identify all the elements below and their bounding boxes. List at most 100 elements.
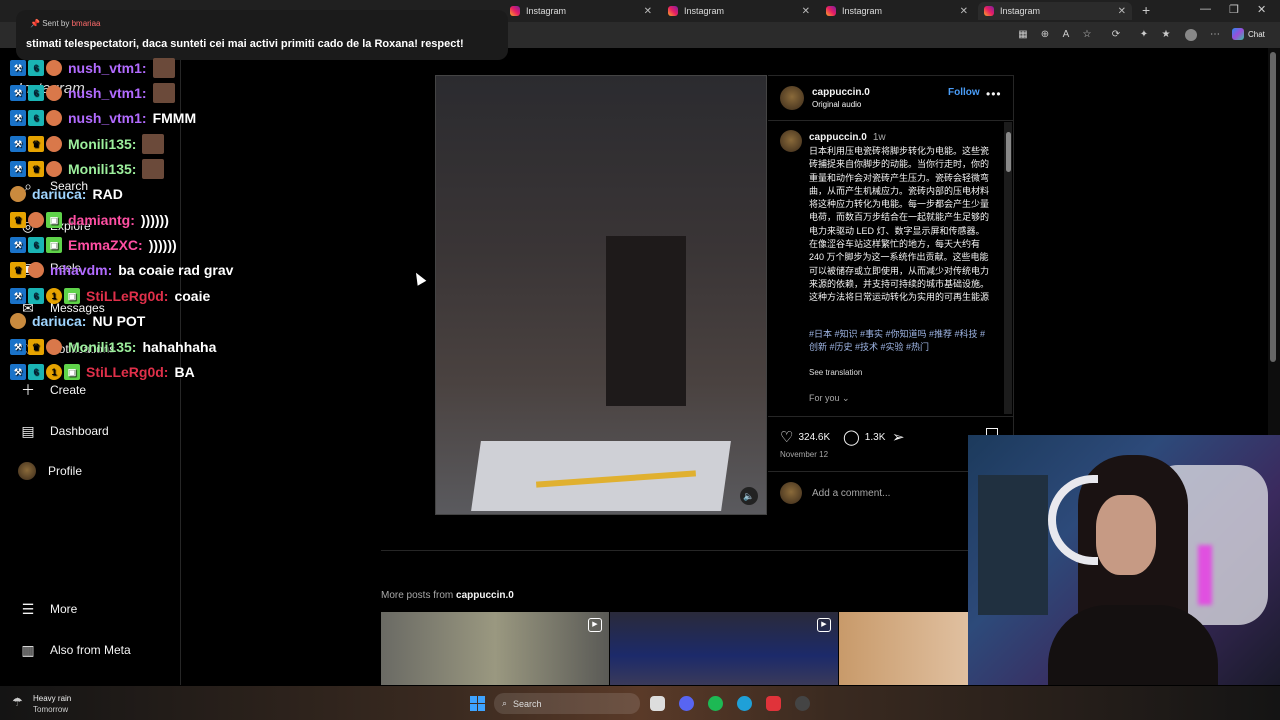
weather-title[interactable]: Heavy rain [33,694,71,703]
chat-username[interactable]: nush_vtm1: [68,60,147,76]
caption-hashtags[interactable]: #日本 #知识 #事实 #你知道吗 #推荐 #科技 #创新 #历史 #技术 #实… [809,328,991,355]
chat-message: ⚒ 6 1 ▣ StiLLeRg0d: BA [10,362,195,382]
nav-label: Also from Meta [50,643,131,657]
emote-icon [152,83,175,103]
volume-icon[interactable]: 🔈 [740,487,758,505]
page-scroll-thumb[interactable] [1270,52,1276,362]
chat-username[interactable]: Monili135: [68,136,136,152]
chat-username[interactable]: damiantg: [68,212,135,228]
follow-button[interactable]: Follow [948,87,980,98]
chat-message: dariuca: NU POT [10,311,145,331]
nav-create[interactable]: ＋ Create [18,380,86,400]
chat-username[interactable]: nush_vtm1: [68,110,147,126]
more-options-icon[interactable]: ••• [986,87,1002,101]
divider [381,550,968,551]
moderator-badge-icon: ⚒ [10,161,26,177]
coin-badge-icon: 1 [46,364,62,380]
close-icon[interactable]: ✕ [644,6,652,17]
chat-username[interactable]: Monili135: [68,339,136,355]
profile-icon[interactable] [1185,29,1197,41]
moderator-badge-icon: ⚒ [10,110,26,126]
webcam-light [1198,545,1212,605]
windows-start-icon[interactable] [470,696,485,711]
see-translation-link[interactable]: See translation [809,368,862,377]
post-thumbnail[interactable]: ▶ [610,612,838,685]
add-comment-input[interactable]: Add a comment... [812,488,890,499]
emote-badge-icon [46,85,62,101]
read-aloud-icon[interactable]: A [1060,29,1072,41]
chat-message: ⚒ 6 nush_vtm1: FMMM [10,108,196,128]
chevron-down-icon: ⌄ [842,393,850,403]
caption-username[interactable]: cappuccin.0 [809,132,867,143]
more-icon[interactable]: ⋯ [1209,29,1221,41]
post-audio[interactable]: Original audio [812,100,861,109]
edge-icon[interactable] [737,696,752,711]
weather-icon[interactable]: ☂ [12,695,23,709]
crown-badge-icon: ♛ [28,161,44,177]
like-button[interactable]: ♡ 324.6K [780,428,830,446]
share-button[interactable]: ➢ [892,428,905,446]
copilot-icon [1232,28,1244,40]
gift-badge-icon: ▣ [64,288,80,304]
discord-icon[interactable] [679,696,694,711]
favorites-icon[interactable]: ★ [1160,29,1172,41]
obs-icon[interactable] [795,696,810,711]
avatar[interactable] [780,130,802,152]
for-you-dropdown[interactable]: For you ⌄ [809,393,850,404]
comment-icon: ◯ [843,429,860,446]
coffee-badge-icon [10,313,26,329]
chat-username[interactable]: nush_vtm1: [68,85,147,101]
chat-username[interactable]: dariuca: [32,313,86,329]
zoom-icon[interactable]: ⊕ [1039,29,1051,41]
post-thumbnail[interactable]: ▶ [381,612,609,685]
avatar[interactable] [780,86,804,110]
refresh-icon[interactable]: ⟳ [1110,29,1122,41]
send-icon: ➢ [892,429,905,446]
close-icon[interactable]: ✕ [802,6,810,17]
moderator-badge-icon: ⚒ [10,237,26,253]
caption-scroll-thumb[interactable] [1006,132,1011,172]
browser-tab[interactable]: Instagram ✕ [504,2,658,20]
avatar [18,462,36,480]
menu-icon: ☰ [21,600,35,617]
file-explorer-icon[interactable] [650,696,665,711]
instagram-icon [510,6,520,16]
more-posts-username[interactable]: cappuccin.0 [456,590,514,601]
new-tab-icon[interactable]: + [1142,2,1150,18]
app-icon[interactable]: ▦ [1017,29,1029,41]
chat-username[interactable]: StiLLeRg0d: [86,288,168,304]
more-posts-heading: More posts from cappuccin.0 [381,590,514,601]
close-icon[interactable]: ✕ [1118,6,1126,17]
extensions-icon[interactable]: ✦ [1138,29,1150,41]
chat-username[interactable]: mhavdm: [50,262,112,278]
nav-more[interactable]: ☰ More [18,599,78,619]
nav-profile[interactable]: Profile [18,462,82,480]
donation-message: stimati telespectatori, daca sunteti cei… [26,38,464,50]
browser-tab-active[interactable]: Instagram ✕ [978,2,1132,20]
comment-button[interactable]: ◯ 1.3K [843,428,885,446]
copilot-chat-button[interactable]: Chat [1232,28,1265,40]
close-icon[interactable]: ✕ [960,6,968,17]
chat-username[interactable]: StiLLeRg0d: [86,364,168,380]
chat-text: RAD [92,186,123,202]
post-username[interactable]: cappuccin.0 [812,87,870,98]
maximize-icon[interactable]: ❐ [1229,3,1239,16]
minimize-icon[interactable]: — [1200,3,1211,15]
browser-tab[interactable]: Instagram ✕ [820,2,974,20]
crown-badge-icon: ♛ [10,262,26,278]
post-video[interactable] [435,75,767,515]
nav-dashboard[interactable]: ▤ Dashboard [18,421,108,441]
nav-also-from-meta[interactable]: ▥ Also from Meta [18,640,131,660]
taskbar-search[interactable]: ⌕ Search [494,693,640,714]
mouse-cursor [411,270,427,286]
chat-username[interactable]: dariuca: [32,186,86,202]
app-icon[interactable] [766,696,781,711]
close-window-icon[interactable]: ✕ [1257,3,1266,16]
chat-username[interactable]: Monili135: [68,161,136,177]
favorite-icon[interactable]: ☆ [1081,29,1093,41]
browser-tab[interactable]: Instagram ✕ [662,2,816,20]
chat-username[interactable]: EmmaZXC: [68,237,143,253]
post-thumbnail[interactable] [839,612,968,685]
spotify-icon[interactable] [708,696,723,711]
chat-message: ⚒ ♛ Monili135: hahahhaha [10,337,216,357]
